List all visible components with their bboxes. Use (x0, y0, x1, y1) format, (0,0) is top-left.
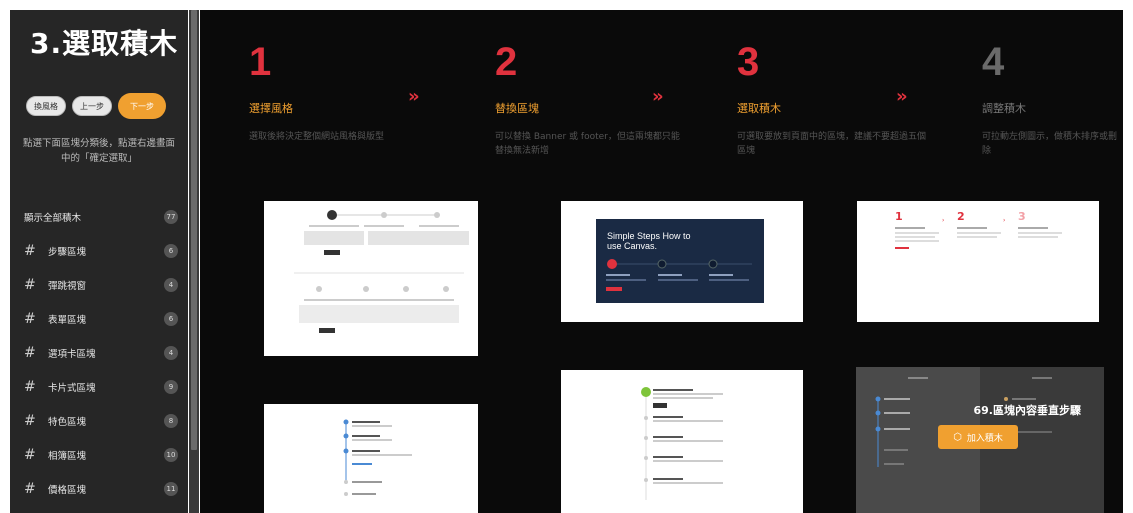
menu-item-features[interactable]: # 特色區塊 8 (10, 404, 188, 438)
block-thumbnail[interactable] (264, 404, 478, 513)
category-menu: 顯示全部積木 77 # 步驟區塊 6 # 彈跳視窗 4 # 表單區塊 6 # 選… (10, 206, 188, 506)
hash-icon: # (24, 413, 36, 429)
menu-item-gallery[interactable]: # 相簿區塊 10 (10, 438, 188, 472)
prev-step-button[interactable]: 上一步 (72, 96, 112, 116)
add-block-button[interactable]: ⬡ 加入積木 (938, 425, 1018, 449)
hash-icon: # (24, 311, 36, 327)
step-desc: 可拉動左側圖示，做積木排序或刪除 (982, 132, 1118, 156)
menu-item-label: 表單區塊 (48, 315, 87, 326)
menu-item-label: 特色區塊 (48, 417, 87, 428)
step-name: 調整積木 (982, 102, 1026, 115)
menu-item-label: 彈跳視窗 (48, 281, 87, 292)
menu-item-form[interactable]: # 表單區塊 6 (10, 302, 188, 336)
add-block-label: 加入積木 (966, 433, 1003, 444)
block-thumbnail[interactable]: Simple Steps How to use Canvas. (561, 201, 803, 322)
step-number: 3 (737, 40, 760, 84)
mini-steps-graphic: › › (895, 217, 1062, 249)
svg-text:›: › (1003, 217, 1005, 224)
menu-item-tabs[interactable]: # 選項卡區塊 4 (10, 336, 188, 370)
hash-icon: # (24, 243, 36, 259)
switch-style-button[interactable]: 換風格 (26, 96, 66, 116)
chevron-right-icon: » (896, 86, 907, 107)
step-number: 4 (982, 40, 1005, 84)
menu-item-label: 價格區塊 (48, 485, 87, 496)
cube-icon: ⬡ (953, 431, 962, 443)
sidebar-title: 3.選取積木 (30, 27, 179, 60)
hash-icon: # (24, 447, 36, 463)
count-badge: 10 (164, 448, 178, 462)
hash-icon: # (24, 481, 36, 497)
count-badge: 4 (164, 346, 178, 360)
count-badge: 6 (164, 312, 178, 326)
menu-item-popup[interactable]: # 彈跳視窗 4 (10, 268, 188, 302)
count-badge: 8 (164, 414, 178, 428)
menu-item-label: 顯示全部積木 (24, 213, 82, 224)
count-badge: 11 (164, 482, 178, 496)
sidebar: 3.選取積木 換風格 上一步 下一步 點選下面區塊分類後，點選右邊畫面中的「確定… (10, 10, 188, 513)
menu-item-cards[interactable]: # 卡片式區塊 9 (10, 370, 188, 404)
menu-item-label: 卡片式區塊 (48, 383, 96, 394)
step-number: 1 (249, 40, 272, 84)
timeline-preview-graphic (343, 419, 412, 496)
chevron-right-icon: » (408, 86, 419, 107)
steps-preview-graphic (294, 210, 469, 333)
menu-item-label: 步驟區塊 (48, 247, 87, 258)
block-thumbnail[interactable] (264, 201, 478, 356)
sidebar-button-row: 換風格 上一步 下一步 (26, 93, 166, 119)
step-desc: 可選取要放到頁面中的區塊，建議不要超過五個區塊 (737, 132, 927, 156)
hash-icon: # (24, 379, 36, 395)
menu-item-pricing[interactable]: # 價格區塊 11 (10, 472, 188, 506)
step-number: 2 (495, 40, 518, 84)
menu-item-show-all[interactable]: 顯示全部積木 77 (10, 206, 188, 228)
green-timeline-graphic (641, 387, 723, 500)
menu-item-steps[interactable]: # 步驟區塊 6 (10, 234, 188, 268)
count-badge: 9 (164, 380, 178, 394)
count-badge: 77 (164, 210, 178, 224)
count-badge: 4 (164, 278, 178, 292)
menu-item-label: 選項卡區塊 (48, 349, 96, 360)
step-desc: 選取後將決定整個網站風格與版型 (249, 132, 385, 142)
next-step-button[interactable]: 下一步 (118, 93, 166, 119)
step-4: 4 調整積木 可拉動左側圖示，做積木排序或刪除 (982, 40, 1122, 158)
svg-text:›: › (942, 217, 944, 224)
canvas-preview-panel: Simple Steps How to use Canvas. (596, 219, 764, 303)
hash-icon: # (24, 277, 36, 293)
block-thumbnail[interactable]: 1 2 3 › › (857, 201, 1099, 322)
sidebar-scroll-thumb[interactable] (191, 10, 197, 450)
hovered-block-card[interactable]: 69.區塊內容垂直步驟 ⬡ 加入積木 (856, 367, 1104, 513)
menu-item-label: 相簿區塊 (48, 451, 87, 462)
hash-icon: # (24, 345, 36, 361)
main-canvas: 1 選擇風格 選取後將決定整個網站風格與版型 » 2 替換區塊 可以替換 Ban… (200, 10, 1123, 513)
count-badge: 6 (164, 244, 178, 258)
block-thumbnail[interactable] (561, 370, 803, 513)
block-name-label: 69.區塊內容垂直步驟 (973, 404, 1082, 417)
canvas-steps-graphic (606, 259, 752, 291)
right-margin (1123, 0, 1133, 513)
step-desc: 可以替換 Banner 或 footer，但這兩塊都只能替換無法新增 (495, 132, 680, 156)
sidebar-hint: 點選下面區塊分類後，點選右邊畫面中的「確定選取」 (22, 138, 175, 164)
chevron-right-icon: » (652, 86, 663, 107)
